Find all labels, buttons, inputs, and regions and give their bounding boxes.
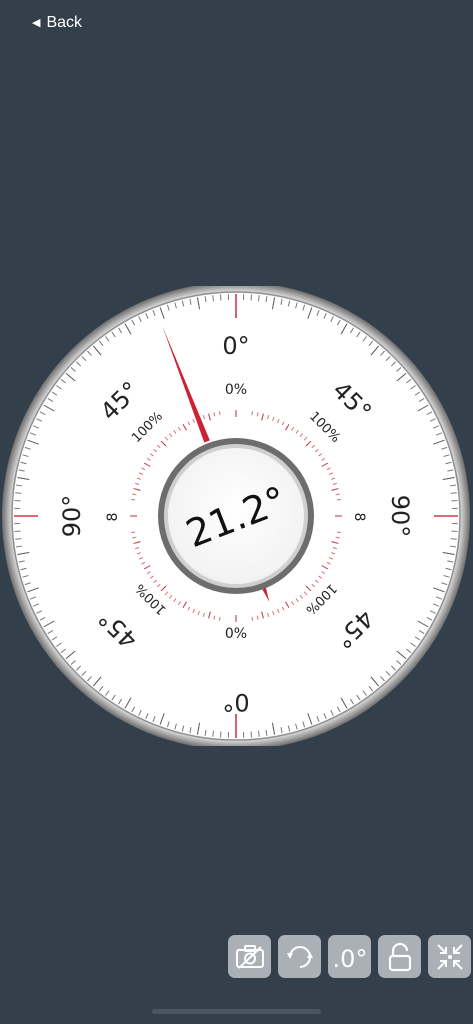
- label-inner-right-8: 8: [351, 513, 367, 522]
- dial-face: 0° 0° 90° 90° 45° 45° 45° 45° 0% 0% 100%…: [2, 282, 470, 750]
- decimal-degree-label: .0°: [333, 945, 367, 972]
- back-label: Back: [46, 14, 83, 31]
- outer-tick: [212, 295, 214, 302]
- label-right-90: 90°: [386, 495, 414, 538]
- calibrate-rotate-icon: [286, 945, 313, 968]
- outer-tick: [212, 730, 214, 737]
- label-top-0: 0°: [222, 332, 249, 360]
- decimal-toggle-button[interactable]: .0°: [328, 935, 371, 978]
- label-left-90: 90°: [58, 495, 86, 538]
- outer-tick: [15, 492, 22, 494]
- inner-tick: [218, 411, 221, 416]
- camera-toggle-button[interactable]: [228, 935, 271, 978]
- camera-off-icon: [235, 944, 264, 969]
- label-inner-left-8: 8: [105, 513, 121, 522]
- inner-tick: [218, 616, 221, 621]
- outer-tick: [258, 730, 260, 737]
- inclinometer-dial: 0° 0° 90° 90° 45° 45° 45° 45° 0% 0% 100%…: [0, 282, 473, 750]
- calibrate-button[interactable]: [278, 935, 321, 978]
- home-indicator: [152, 1009, 321, 1014]
- inner-tick: [131, 531, 136, 534]
- outer-tick: [450, 492, 457, 494]
- label-inner-top-0pct: 0%: [225, 382, 247, 398]
- bottom-toolbar: .0°: [228, 935, 471, 979]
- label-bottom-0: 0°: [222, 688, 249, 716]
- outer-tick: [15, 538, 22, 540]
- collapse-button[interactable]: [428, 935, 471, 978]
- label-inner-bottom-0pct: 0%: [225, 626, 247, 642]
- outer-tick: [258, 295, 260, 302]
- inner-tick: [251, 411, 254, 416]
- decimal-degree-icon: .0°: [333, 945, 367, 972]
- back-arrow-icon: ◀: [32, 16, 41, 29]
- inner-tick: [336, 498, 341, 501]
- unlock-icon: [388, 942, 411, 971]
- lock-button[interactable]: [378, 935, 421, 978]
- outer-tick: [450, 538, 457, 540]
- inner-tick: [336, 531, 341, 534]
- inner-tick: [131, 498, 136, 501]
- collapse-arrows-icon: [436, 943, 463, 970]
- back-button[interactable]: ◀ Back: [32, 12, 82, 34]
- inner-tick: [251, 616, 254, 621]
